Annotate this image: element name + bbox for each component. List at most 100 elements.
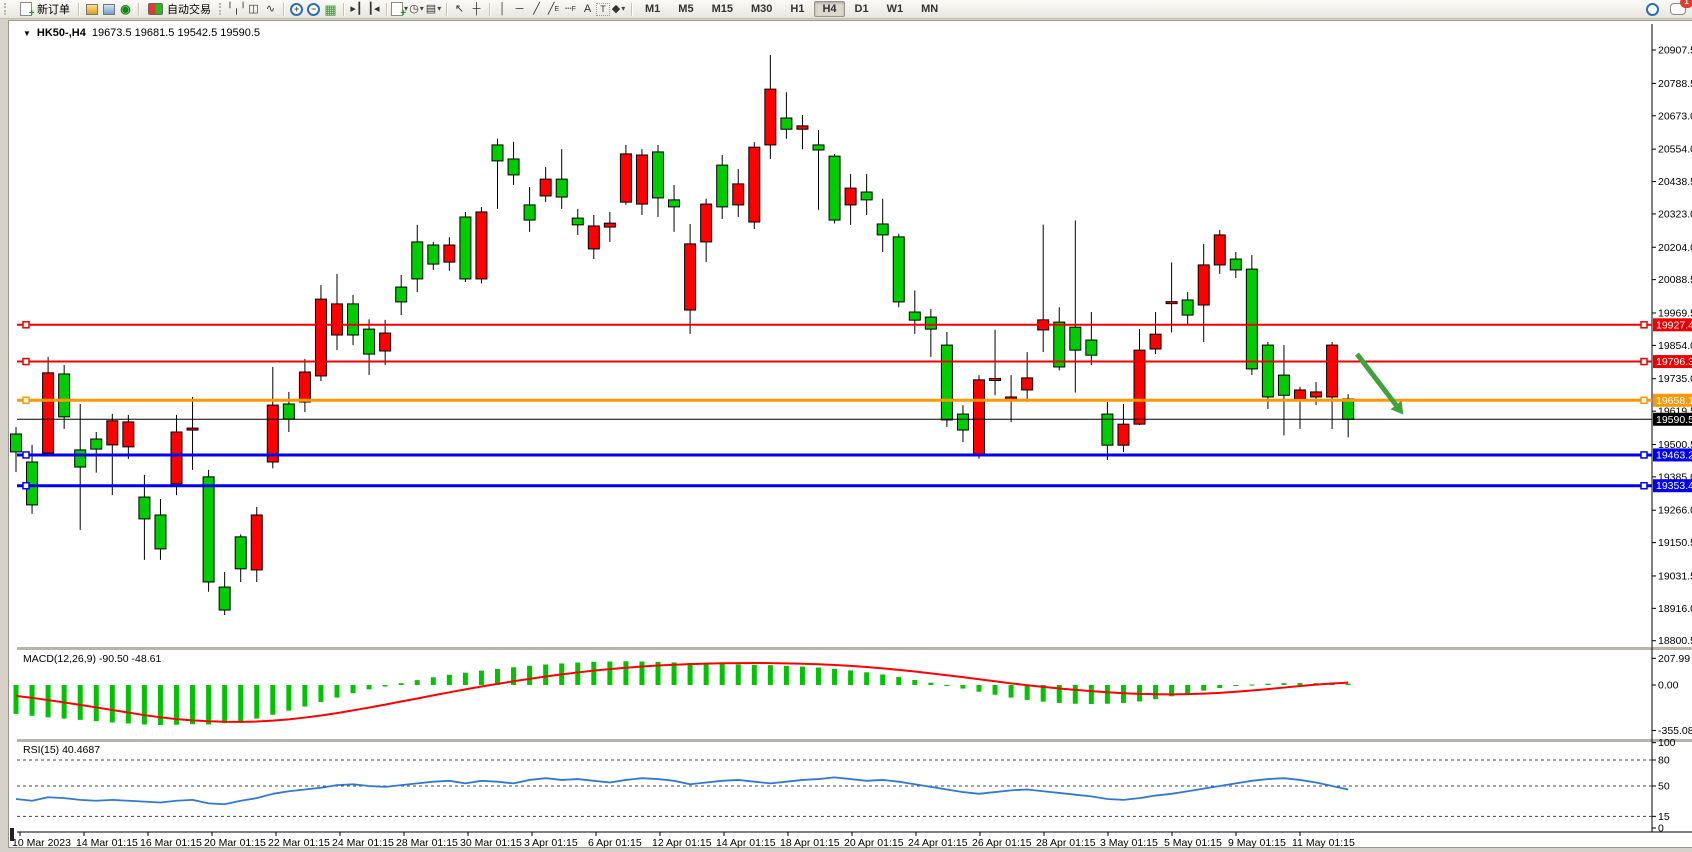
macd-histogram-bar <box>1089 685 1094 704</box>
auto-scroll-icon[interactable]: ▸┃ <box>348 2 365 17</box>
candle-body <box>364 329 375 354</box>
indicators-icon[interactable]: ▾ <box>391 2 408 17</box>
macd-signal-line <box>16 663 1348 722</box>
timeframe-D1[interactable]: D1 <box>847 1 877 17</box>
new-order-button[interactable]: 新订单 <box>13 0 74 18</box>
macd-histogram-bar <box>639 662 644 685</box>
macd-histogram-bar <box>720 664 725 685</box>
candlestick-chart-icon[interactable]: ◫ <box>245 2 262 17</box>
macd-histogram-bar <box>479 671 484 685</box>
market-watch-icon[interactable] <box>83 2 100 17</box>
arrows-icon[interactable]: ◆▾ <box>610 2 627 17</box>
search-icon[interactable] <box>1644 2 1661 17</box>
candle-body <box>139 497 150 519</box>
autotrading-button[interactable]: 自动交易 <box>143 0 215 18</box>
candle-body <box>91 439 102 449</box>
candle-body <box>476 212 487 279</box>
tile-windows-icon[interactable]: ▦ <box>322 2 339 17</box>
divider <box>446 3 447 16</box>
candle-body <box>588 226 599 249</box>
price-chart-canvas[interactable]: 20907.520788.520673.020554.020438.520323… <box>9 2 1692 852</box>
line-handle[interactable] <box>23 359 29 365</box>
macd-histogram-bar <box>591 662 596 685</box>
time-axis-label: 14 Mar 01:15 <box>76 837 138 849</box>
timeframe-M1[interactable]: M1 <box>637 1 668 17</box>
timeframe-M5[interactable]: M5 <box>670 1 701 17</box>
line-handle[interactable] <box>23 397 29 403</box>
zoom-out-icon[interactable]: − <box>305 2 322 17</box>
text-icon[interactable]: A <box>579 2 596 17</box>
timeframe-M30[interactable]: M30 <box>743 1 780 17</box>
line-handle[interactable] <box>1641 483 1647 489</box>
candle-body <box>893 237 904 302</box>
chart-shift-icon[interactable]: ┃◂ <box>365 2 382 17</box>
macd-histogram-bar <box>30 685 35 716</box>
fibonacci-icon[interactable]: ┄F <box>562 2 579 17</box>
line-handle[interactable] <box>23 483 29 489</box>
scroll-nub[interactable] <box>10 828 14 841</box>
bar-chart-icon[interactable]: ╵╷╵ <box>228 2 245 17</box>
cursor-icon[interactable]: ↖ <box>451 2 468 17</box>
line-handle[interactable] <box>1641 452 1647 458</box>
candle-body <box>781 118 792 129</box>
horizontal-line-icon[interactable]: ─ <box>511 2 528 17</box>
time-axis-label: 14 Apr 01:15 <box>716 837 776 849</box>
pane-separator[interactable] <box>17 739 1692 742</box>
candle-body <box>636 155 647 204</box>
candle-body <box>925 317 936 329</box>
candle-body <box>107 421 118 445</box>
crosshair-icon[interactable]: ┼ <box>468 2 485 17</box>
candle-body <box>1022 378 1033 390</box>
price-axis-label: 18916.0 <box>1658 603 1692 615</box>
macd-axis-label: -355.08 <box>1658 725 1692 737</box>
timeframe-MN[interactable]: MN <box>913 1 946 17</box>
signals-icon[interactable]: ◉ <box>117 2 134 17</box>
equidistant-channel-icon[interactable]: ╱E <box>545 2 562 17</box>
price-axis-label: 20788.5 <box>1658 78 1692 90</box>
time-axis-label: 26 Apr 01:15 <box>972 837 1032 849</box>
candle-body <box>315 299 326 376</box>
text-label-icon[interactable]: T <box>596 3 610 16</box>
candle-body <box>283 404 294 419</box>
collapse-triangle-icon[interactable]: ▼ <box>23 29 31 38</box>
line-chart-icon[interactable]: ∿ <box>262 2 279 17</box>
timeframe-W1[interactable]: W1 <box>879 1 912 17</box>
candle-body <box>203 477 214 582</box>
time-axis-label: 28 Mar 01:15 <box>396 837 458 849</box>
candle-body <box>251 515 262 570</box>
line-handle[interactable] <box>1641 322 1647 328</box>
pane-separator[interactable] <box>17 647 1692 650</box>
rsi-axis-label: 15 <box>1658 811 1670 823</box>
line-handle[interactable] <box>23 452 29 458</box>
candle-body <box>444 245 455 262</box>
macd-histogram-bar <box>14 685 19 714</box>
navigator-icon[interactable] <box>100 2 117 17</box>
candle-body <box>380 333 391 351</box>
chart-surface[interactable]: 20907.520788.520673.020554.020438.520323… <box>8 20 1692 848</box>
candle-body <box>1198 265 1209 305</box>
candle-body <box>123 422 134 447</box>
zoom-in-icon[interactable]: + <box>288 2 305 17</box>
candle-body <box>171 432 182 484</box>
line-handle[interactable] <box>1641 397 1647 403</box>
macd-histogram-bar <box>704 663 709 685</box>
macd-histogram-bar <box>142 685 147 724</box>
timeframe-H1[interactable]: H1 <box>782 1 812 17</box>
timeframe-M15[interactable]: M15 <box>704 1 741 17</box>
candle-body <box>348 304 359 335</box>
candle-body <box>492 145 503 161</box>
line-handle[interactable] <box>1641 359 1647 365</box>
candle-body <box>235 537 246 569</box>
vertical-line-icon[interactable]: │ <box>494 2 511 17</box>
templates-icon[interactable]: ▤▾ <box>425 2 442 17</box>
price-axis-label: 19266.0 <box>1658 505 1692 517</box>
timeframe-H4[interactable]: H4 <box>814 1 844 17</box>
chat-icon[interactable]: 1 <box>1669 2 1686 17</box>
periods-icon[interactable]: ◷▾ <box>408 2 425 17</box>
candle-body <box>620 154 631 202</box>
line-handle[interactable] <box>23 322 29 328</box>
toolbar-grip <box>4 3 10 15</box>
candle-body <box>1006 397 1017 399</box>
divider <box>78 3 79 16</box>
trendline-icon[interactable]: ╱ <box>528 2 545 17</box>
